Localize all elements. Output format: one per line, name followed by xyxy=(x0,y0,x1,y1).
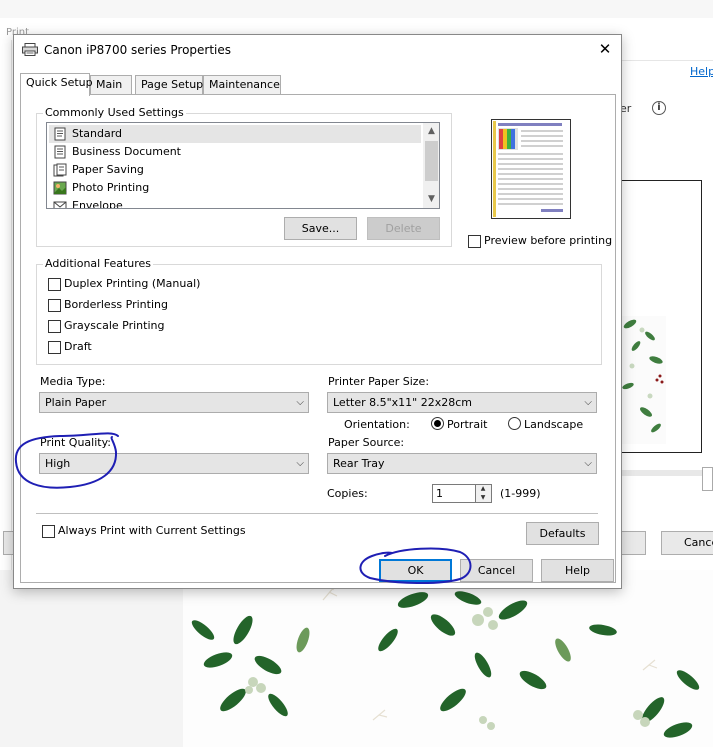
ok-button-circle-annotation xyxy=(359,547,472,584)
tab-quick-setup[interactable]: Quick Setup xyxy=(20,73,93,96)
annotation-layer xyxy=(14,432,472,584)
print-quality-circle-annotation xyxy=(14,432,119,489)
